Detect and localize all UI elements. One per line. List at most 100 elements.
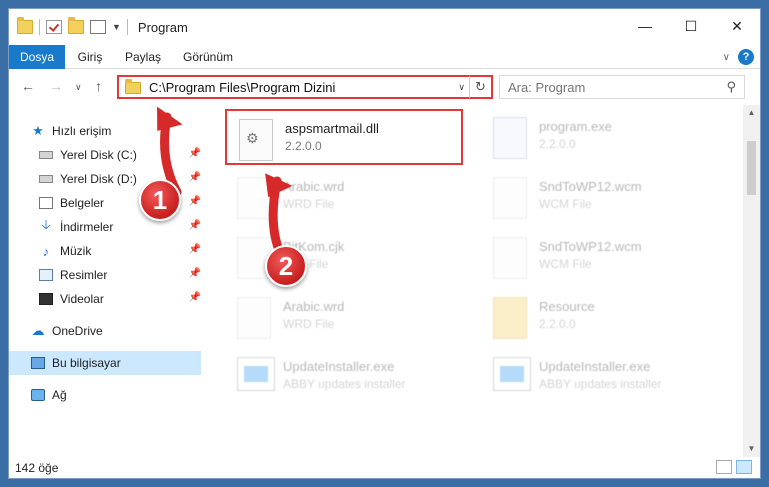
computer-icon [31,357,45,369]
network-icon [31,389,45,401]
file-type: WRD File [283,197,335,211]
file-version: 2.2.0.0 [539,317,576,331]
forward-arrow-icon[interactable]: → [49,78,63,94]
file-item[interactable]: Arabic.wrd WRD File [225,169,455,225]
back-arrow-icon[interactable]: ← [21,78,35,94]
pin-icon[interactable]: 📌 [189,172,201,183]
file-item[interactable]: UpdateInstaller.exe ABBY updates install… [481,349,711,405]
file-name: SndToWP12.wcm [539,239,642,254]
file-item-aspsmartmail-dll[interactable]: ⚙ aspsmartmail.dll 2.2.0.0 [225,109,463,165]
annotation-step-2: 2 [265,245,307,287]
file-icon [237,297,271,339]
maximize-button[interactable]: ☐ [668,9,714,43]
sidebar-item-label: Resimler [60,268,108,282]
documents-icon [39,197,53,209]
pictures-icon [39,269,53,281]
expand-ribbon-chevron-icon[interactable]: ∨ [723,52,730,63]
folder-icon [125,79,141,94]
installer-icon [493,357,531,391]
file-item[interactable]: SndToWP12.wcm WCM File [481,169,711,225]
pin-icon[interactable]: 📌 [189,268,201,279]
dll-gear-icon: ⚙ [239,119,273,161]
music-note-icon: ♪ [42,243,50,259]
file-item[interactable]: BitKom.cjk CJK File [225,229,455,285]
file-version: 2.2.0.0 [539,137,576,151]
toolbar-separator [39,19,40,35]
refresh-button[interactable]: ↻ [469,75,493,99]
folder-icon [493,297,527,339]
details-view-icon[interactable] [716,460,732,474]
file-name: Arabic.wrd [283,299,345,314]
new-folder-icon[interactable] [68,17,84,34]
sidebar-item-quick-access[interactable]: ★ Hızlı erişim [9,119,201,143]
minimize-button[interactable]: — [622,9,668,43]
file-name: Arabic.wrd [283,179,345,194]
folder-item[interactable]: Resource 2.2.0.0 [481,289,711,345]
customize-toolbar-caret-icon[interactable]: ▼ [112,22,121,32]
navigation-pane: ★ Hızlı erişim Yerel Disk (C:) 📌 Yerel D… [9,105,209,457]
status-bar: 142 öğe [9,457,760,478]
download-arrow-icon: 🡣 [41,217,51,232]
ribbon-right-controls: ∨ ? [723,49,754,65]
sidebar-item-pictures[interactable]: Resimler 📌 [9,263,201,287]
sidebar-item-this-pc[interactable]: Bu bilgisayar [9,351,201,375]
vertical-scrollbar[interactable]: ▲ ▼ [743,105,760,457]
scroll-up-icon[interactable]: ▲ [743,105,760,121]
refresh-icon: ↻ [475,79,486,94]
help-icon[interactable]: ? [738,49,754,65]
file-item[interactable]: UpdateInstaller.exe ABBY updates install… [225,349,455,405]
installer-icon [237,357,275,391]
file-name: aspsmartmail.dll [285,121,379,136]
file-icon [493,177,527,219]
sidebar-item-onedrive[interactable]: ☁ OneDrive [9,319,201,343]
pin-icon[interactable]: 📌 [189,292,201,303]
item-count: 142 öğe [15,461,59,475]
sidebar-item-label: Bu bilgisayar [52,356,121,370]
folder-icon [17,17,33,34]
address-bar[interactable]: C:\Program Files\Program Dizini ∨ ↻ [117,75,493,99]
sidebar-item-local-disk-c[interactable]: Yerel Disk (C:) 📌 [9,143,201,167]
sidebar-item-label: Videolar [60,292,104,306]
pin-icon[interactable]: 📌 [189,244,201,255]
sidebar-item-videos[interactable]: Videolar 📌 [9,287,201,311]
pin-icon[interactable]: 📌 [189,220,201,231]
file-type: WCM File [539,197,592,211]
sidebar-item-label: Yerel Disk (C:) [60,148,137,162]
file-name: Resource [539,299,595,314]
address-dropdown-caret-icon[interactable]: ∨ [458,82,465,93]
file-description: ABBY updates installer [539,377,662,391]
search-input[interactable] [508,77,718,97]
toolbar-separator [126,19,128,35]
sidebar-item-network[interactable]: Ağ [9,383,201,407]
file-item[interactable]: SndToWP12.wcm WCM File [481,229,711,285]
tab-share[interactable]: Paylaş [121,45,165,69]
view-toggle [716,460,752,474]
exe-icon [493,117,527,159]
pin-icon[interactable]: 📌 [189,148,201,159]
large-icons-view-icon[interactable] [736,460,752,474]
properties-check-icon[interactable] [46,20,62,34]
file-item[interactable]: program.exe 2.2.0.0 [481,109,711,165]
search-icon[interactable]: ⚲ [726,79,736,95]
annotation-step-1: 1 [139,179,181,221]
tab-view[interactable]: Görünüm [179,45,237,69]
window-controls: — ☐ ✕ [622,9,760,43]
sidebar-item-music[interactable]: ♪ Müzik 📌 [9,239,201,263]
file-item[interactable]: Arabic.wrd WRD File [225,289,455,345]
file-type: WCM File [539,257,592,271]
window-title: Program [137,19,188,35]
quick-access-toolbar: ▼ Program [17,17,188,35]
scroll-down-icon[interactable]: ▼ [743,441,760,457]
file-name: UpdateInstaller.exe [283,359,395,374]
view-options-icon[interactable] [90,20,106,34]
file-type: WRD File [283,317,335,331]
tab-home[interactable]: Giriş [69,45,111,69]
up-arrow-icon[interactable]: ↑ [95,78,102,94]
sidebar-item-downloads[interactable]: 🡣 İndirmeler 📌 [9,215,201,239]
pin-icon[interactable]: 📌 [189,196,201,207]
recent-locations-caret-icon[interactable]: ∨ [75,82,82,93]
file-description: ABBY updates installer [283,377,406,391]
scroll-thumb[interactable] [747,141,756,195]
star-icon: ★ [32,123,44,138]
close-button[interactable]: ✕ [714,9,760,43]
